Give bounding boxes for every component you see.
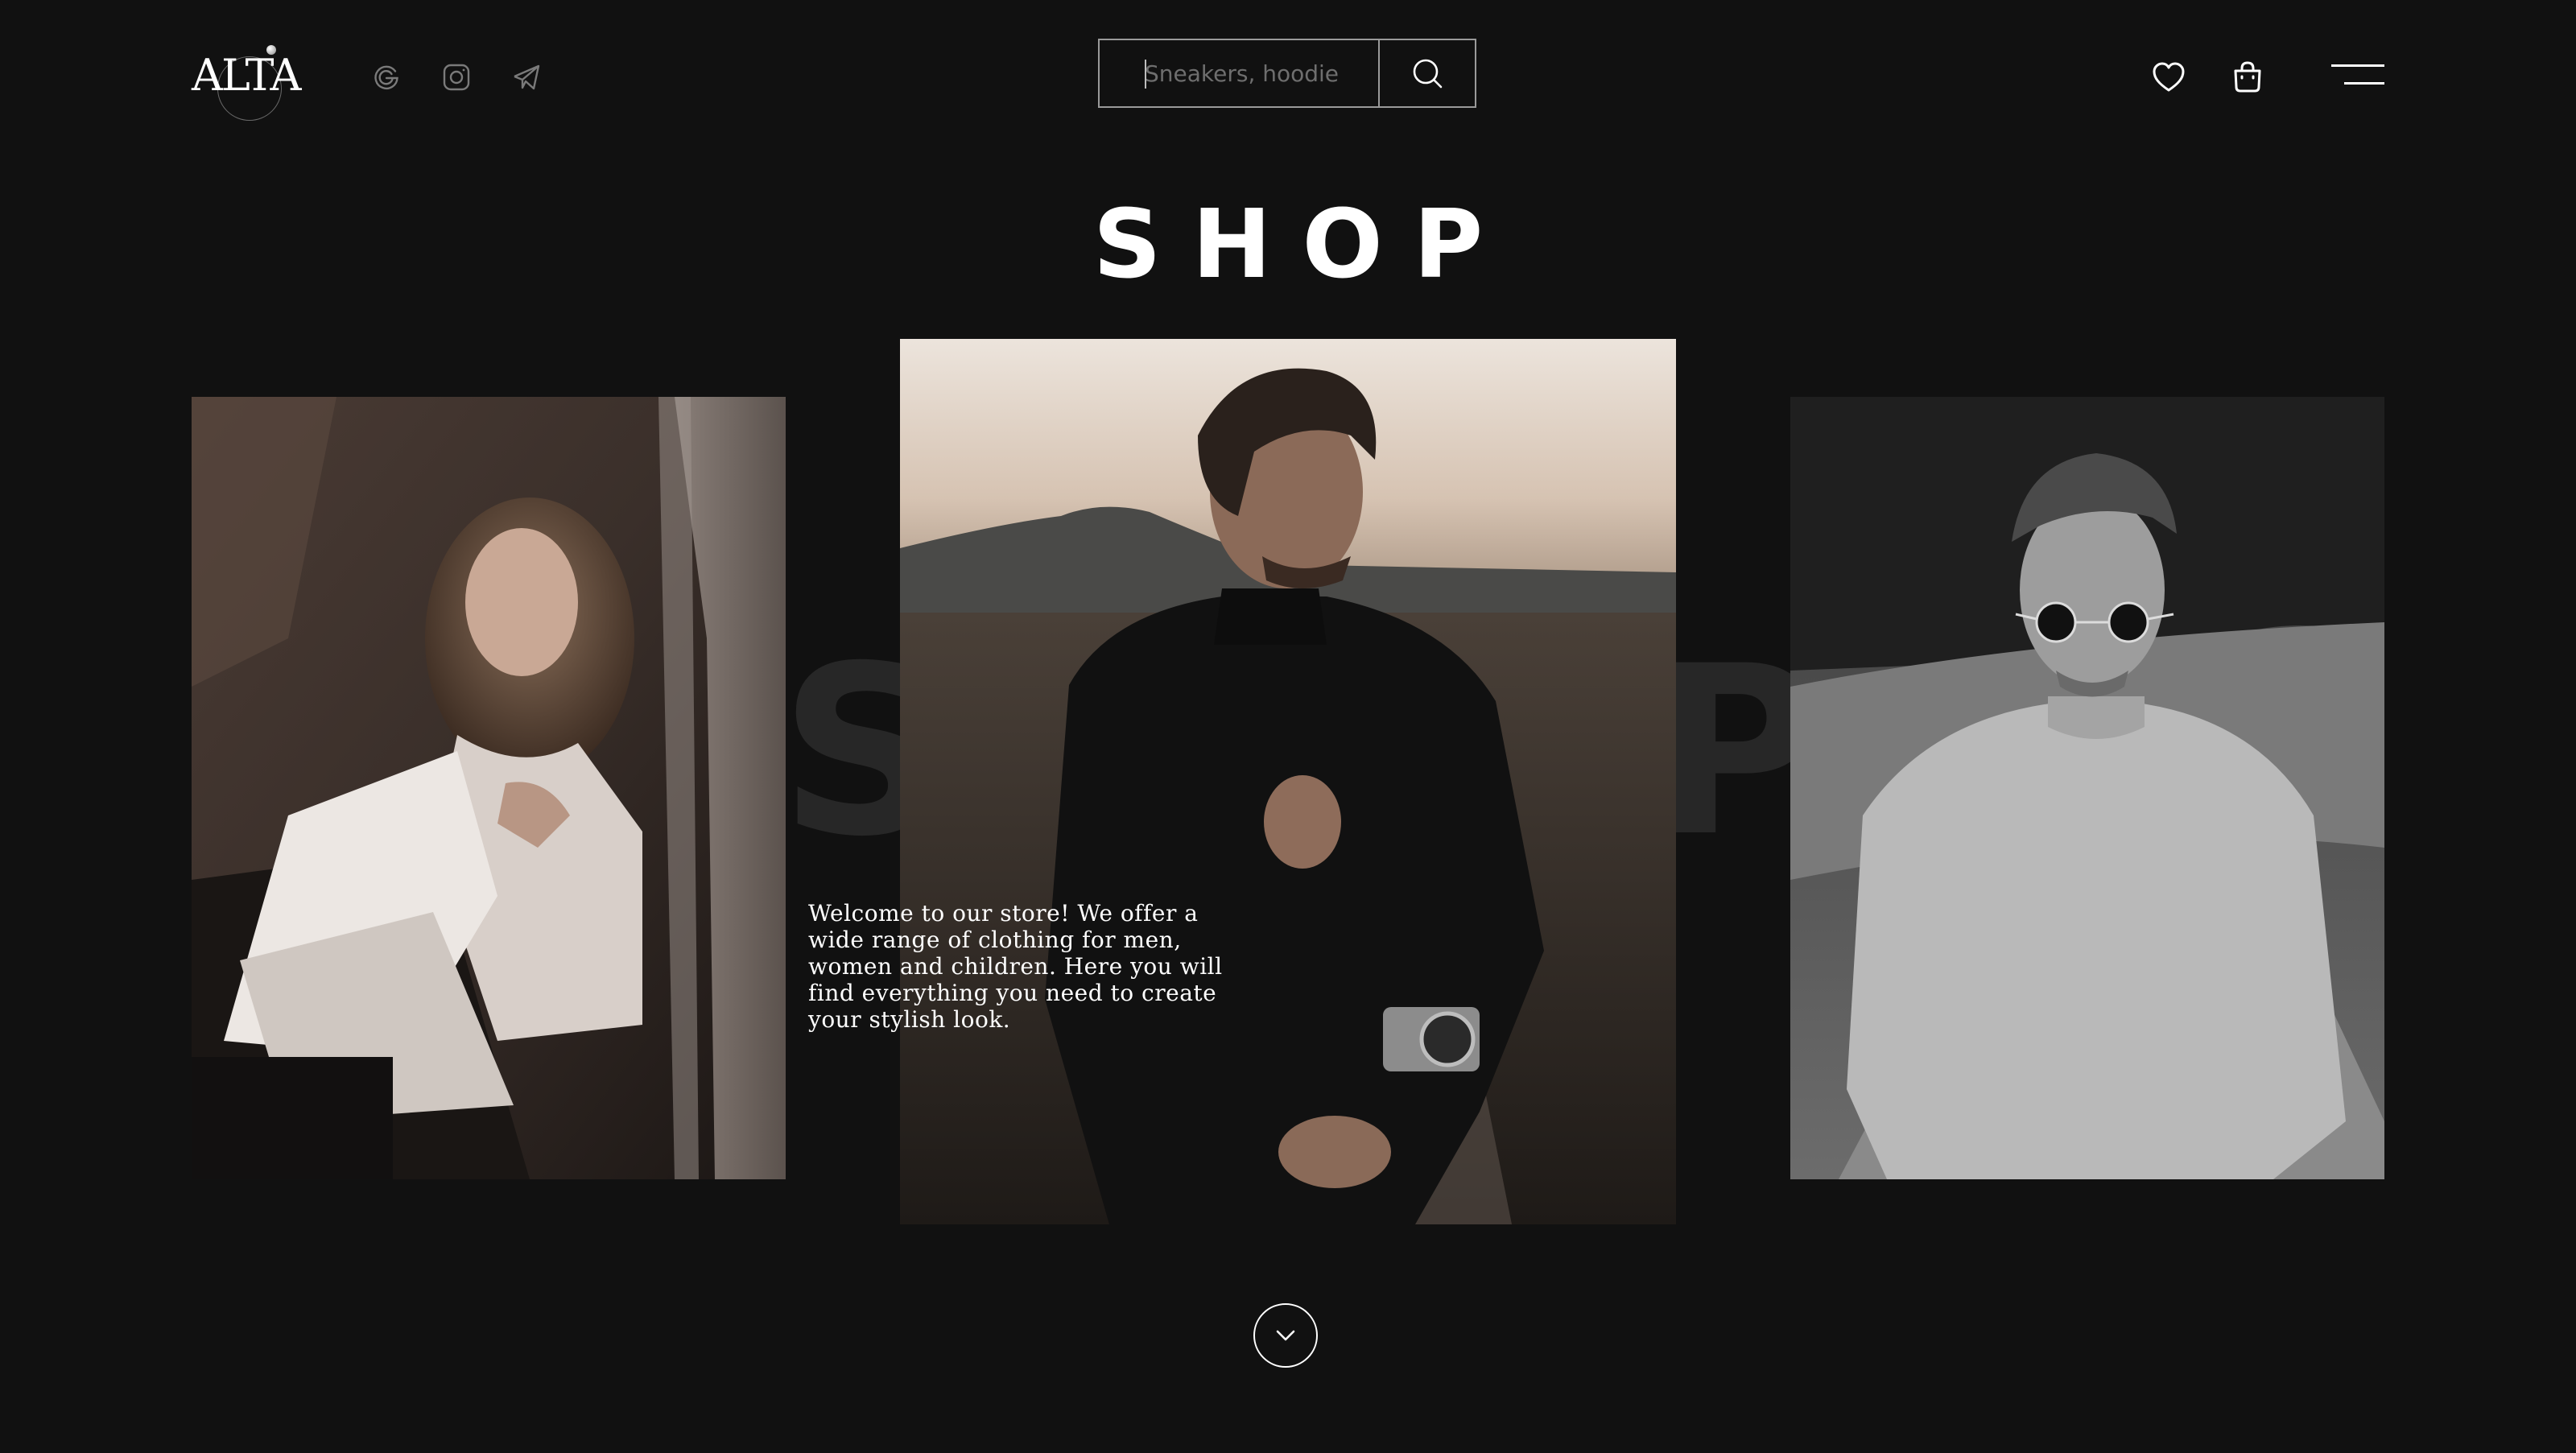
photo-man-camera[interactable] <box>900 339 1676 1224</box>
photo-man-sweater[interactable] <box>1790 397 2384 1179</box>
logo-text: ALTA <box>192 50 302 101</box>
menu-icon[interactable] <box>2331 64 2384 89</box>
instagram-icon[interactable] <box>440 61 473 93</box>
bag-icon[interactable] <box>2230 60 2265 95</box>
search-box <box>1098 39 1476 108</box>
telegram-icon[interactable] <box>510 61 543 93</box>
page-title: SHOP <box>1092 188 1514 299</box>
search-icon <box>1413 59 1443 89</box>
menu-line-bottom <box>2344 82 2384 85</box>
welcome-text: Welcome to our store! We offer a wide ra… <box>808 900 1223 1033</box>
chevron-down-icon <box>1276 1330 1295 1341</box>
photo-woman[interactable] <box>192 397 786 1179</box>
text-caret <box>1145 60 1146 89</box>
google-icon[interactable] <box>370 61 402 93</box>
heart-icon[interactable] <box>2151 60 2186 95</box>
menu-line-top <box>2331 64 2384 67</box>
scroll-down-button[interactable] <box>1253 1303 1318 1368</box>
search-input[interactable] <box>1100 40 1380 106</box>
search-button[interactable] <box>1380 40 1475 106</box>
logo[interactable]: ALTA <box>192 42 302 121</box>
